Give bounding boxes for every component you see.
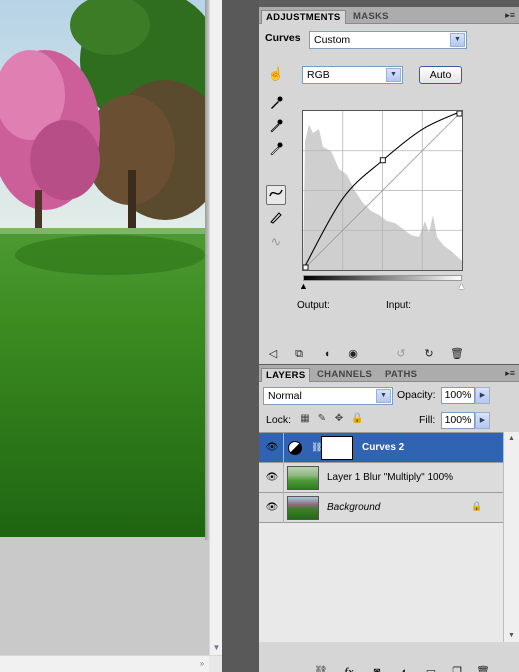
lock-all-icon[interactable]: 🔒 xyxy=(351,413,363,425)
tab-channels[interactable]: CHANNELS xyxy=(313,368,376,382)
eye-icon[interactable]: 👁 xyxy=(263,440,281,456)
curves-title: Curves xyxy=(265,32,301,44)
input-label: Input: xyxy=(386,300,412,311)
pencil-draw-icon[interactable] xyxy=(266,210,286,230)
new-adjustment-icon[interactable]: ◐ xyxy=(397,665,413,672)
layers-bottom-bar: ⛓ fx ◙ ◐ ▭ ❐ 🗑 xyxy=(259,663,519,672)
fill-arrow-icon[interactable]: ▶ xyxy=(475,412,490,429)
black-point-eyedropper-icon[interactable] xyxy=(266,96,286,116)
panel-menu-icon[interactable]: ▸≡ xyxy=(505,368,515,379)
white-point-slider[interactable]: ▲ xyxy=(457,282,466,291)
channel-dropdown[interactable]: RGB ▼ xyxy=(302,66,403,84)
curve-control-point[interactable] xyxy=(456,110,463,117)
layer-name: Layer 1 Blur "Multiply" 100% xyxy=(327,472,454,483)
layer-row-curves-2[interactable]: 👁 ⛓ Curves 2 xyxy=(259,433,503,463)
curve-points-icon[interactable] xyxy=(266,185,286,205)
lock-position-icon[interactable]: ✥ xyxy=(333,413,345,425)
tab-paths[interactable]: PATHS xyxy=(381,368,421,382)
layers-tab-bar: LAYERS CHANNELS PATHS ▸≡ xyxy=(259,365,519,382)
scroll-up-arrow-icon[interactable]: ▲ xyxy=(504,432,519,445)
black-point-slider[interactable]: ▲ xyxy=(299,282,308,291)
document-canvas[interactable] xyxy=(0,0,209,672)
expand-view-icon[interactable]: ⧉ xyxy=(291,347,307,362)
opacity-label: Opacity: xyxy=(397,389,436,401)
preset-dropdown[interactable]: Custom ▼ xyxy=(309,31,467,49)
visibility-column: 👁 xyxy=(259,463,284,493)
link-layers-icon[interactable]: ⛓ xyxy=(313,665,329,672)
curve-control-point[interactable] xyxy=(302,264,309,271)
panel-menu-icon[interactable]: ▸≡ xyxy=(505,10,515,21)
tab-layers[interactable]: LAYERS xyxy=(261,368,311,382)
workspace-gutter xyxy=(222,0,259,672)
opacity-arrow-icon[interactable]: ▶ xyxy=(475,387,490,404)
preset-value: Custom xyxy=(314,34,351,46)
new-layer-icon[interactable]: ❐ xyxy=(449,665,465,672)
white-point-eyedropper-icon[interactable] xyxy=(266,142,286,162)
landscape-photo xyxy=(0,0,205,537)
fill-input[interactable]: 100% xyxy=(441,412,475,429)
curve-control-point[interactable] xyxy=(379,157,386,164)
visibility-column: 👁 xyxy=(259,433,284,463)
lock-image-icon[interactable]: ✎ xyxy=(316,413,328,425)
scroll-down-arrow-icon[interactable]: ▼ xyxy=(504,629,519,642)
tab-adjustments[interactable]: ADJUSTMENTS xyxy=(261,10,346,24)
visibility-column: 👁 xyxy=(259,493,284,523)
reset-icon[interactable]: ↻ xyxy=(421,347,437,362)
eye-icon[interactable]: 👁 xyxy=(263,470,281,486)
lock-icon: 🔒 xyxy=(471,501,483,511)
scrollbar-corner xyxy=(209,656,222,672)
opacity-input[interactable]: 100% xyxy=(441,387,475,404)
chevron-down-icon: ▼ xyxy=(450,33,465,47)
lock-transparency-icon[interactable]: ▦ xyxy=(299,413,311,425)
canvas-vertical-scrollbar[interactable]: ▼ xyxy=(209,0,222,655)
fx-icon[interactable]: fx xyxy=(341,665,357,672)
output-label: Output: xyxy=(297,300,330,311)
layer-thumbnail xyxy=(287,466,319,490)
clip-to-layer-icon[interactable]: ◖ xyxy=(319,347,335,362)
fill-label: Fill: xyxy=(419,414,436,426)
scroll-right-arrow-icon[interactable]: » xyxy=(196,658,208,670)
layer-row-background[interactable]: 👁 Background 🔒 xyxy=(259,493,503,523)
adjustments-bottom-bar: ◁ ⧉ ◖ ◉ ↺ ↻ 🗑 xyxy=(259,345,519,364)
previous-state-icon[interactable]: ↺ xyxy=(393,347,409,362)
layers-scrollbar[interactable]: ▲ ▼ xyxy=(503,432,519,642)
add-mask-icon[interactable]: ◙ xyxy=(369,665,385,672)
gray-point-eyedropper-icon[interactable] xyxy=(266,119,286,139)
visibility-eye-icon[interactable]: ◉ xyxy=(345,347,361,362)
back-arrow-icon[interactable]: ◁ xyxy=(265,347,281,362)
tab-masks[interactable]: MASKS xyxy=(349,10,393,24)
layers-body: Normal ▼ Opacity: 100% ▶ Lock: ▦ ✎ ✥ 🔒 F… xyxy=(259,382,519,672)
blend-mode-dropdown[interactable]: Normal ▼ xyxy=(263,387,393,405)
input-gradient-bar xyxy=(303,275,462,281)
smooth-icon: ∿ xyxy=(270,234,282,249)
layer-mask-thumbnail[interactable] xyxy=(321,436,353,460)
channel-value: RGB xyxy=(307,69,330,81)
layer-name: Curves 2 xyxy=(362,442,405,453)
eye-icon[interactable]: 👁 xyxy=(263,500,281,516)
adjustments-panel: ADJUSTMENTS MASKS ▸≡ Curves Custom ▼ ☝ R… xyxy=(259,7,519,364)
chevron-down-icon: ▼ xyxy=(376,389,391,403)
layers-panel: LAYERS CHANNELS PATHS ▸≡ Normal ▼ Opacit… xyxy=(259,365,519,672)
new-group-icon[interactable]: ▭ xyxy=(423,665,439,672)
layer-list: 👁 ⛓ Curves 2 👁 Layer 1 Blur "Multiply" 1… xyxy=(259,432,503,642)
adjustments-body: Curves Custom ▼ ☝ RGB ▼ Auto ∿ ▲ ▲ Outpu… xyxy=(259,24,519,364)
adjustments-tab-bar: ADJUSTMENTS MASKS ▸≡ xyxy=(259,7,519,24)
auto-button[interactable]: Auto xyxy=(419,66,462,84)
on-image-adjust-icon[interactable]: ☝ xyxy=(266,64,286,84)
delete-layer-icon[interactable]: 🗑 xyxy=(475,665,491,672)
layer-thumbnail xyxy=(287,496,319,520)
lock-label: Lock: xyxy=(266,414,292,426)
trash-icon[interactable]: 🗑 xyxy=(449,347,465,362)
curves-plot xyxy=(302,110,463,271)
adjustment-curves-icon xyxy=(288,441,302,455)
chevron-down-icon: ▼ xyxy=(386,68,401,82)
panels-column: ADJUSTMENTS MASKS ▸≡ Curves Custom ▼ ☝ R… xyxy=(259,0,519,672)
layer-row-layer-1-blur[interactable]: 👁 Layer 1 Blur "Multiply" 100% xyxy=(259,463,503,493)
layer-name: Background xyxy=(327,502,381,513)
canvas-horizontal-scrollbar[interactable]: » xyxy=(0,655,222,672)
blend-mode-value: Normal xyxy=(268,390,302,402)
curves-graph[interactable] xyxy=(302,110,463,271)
